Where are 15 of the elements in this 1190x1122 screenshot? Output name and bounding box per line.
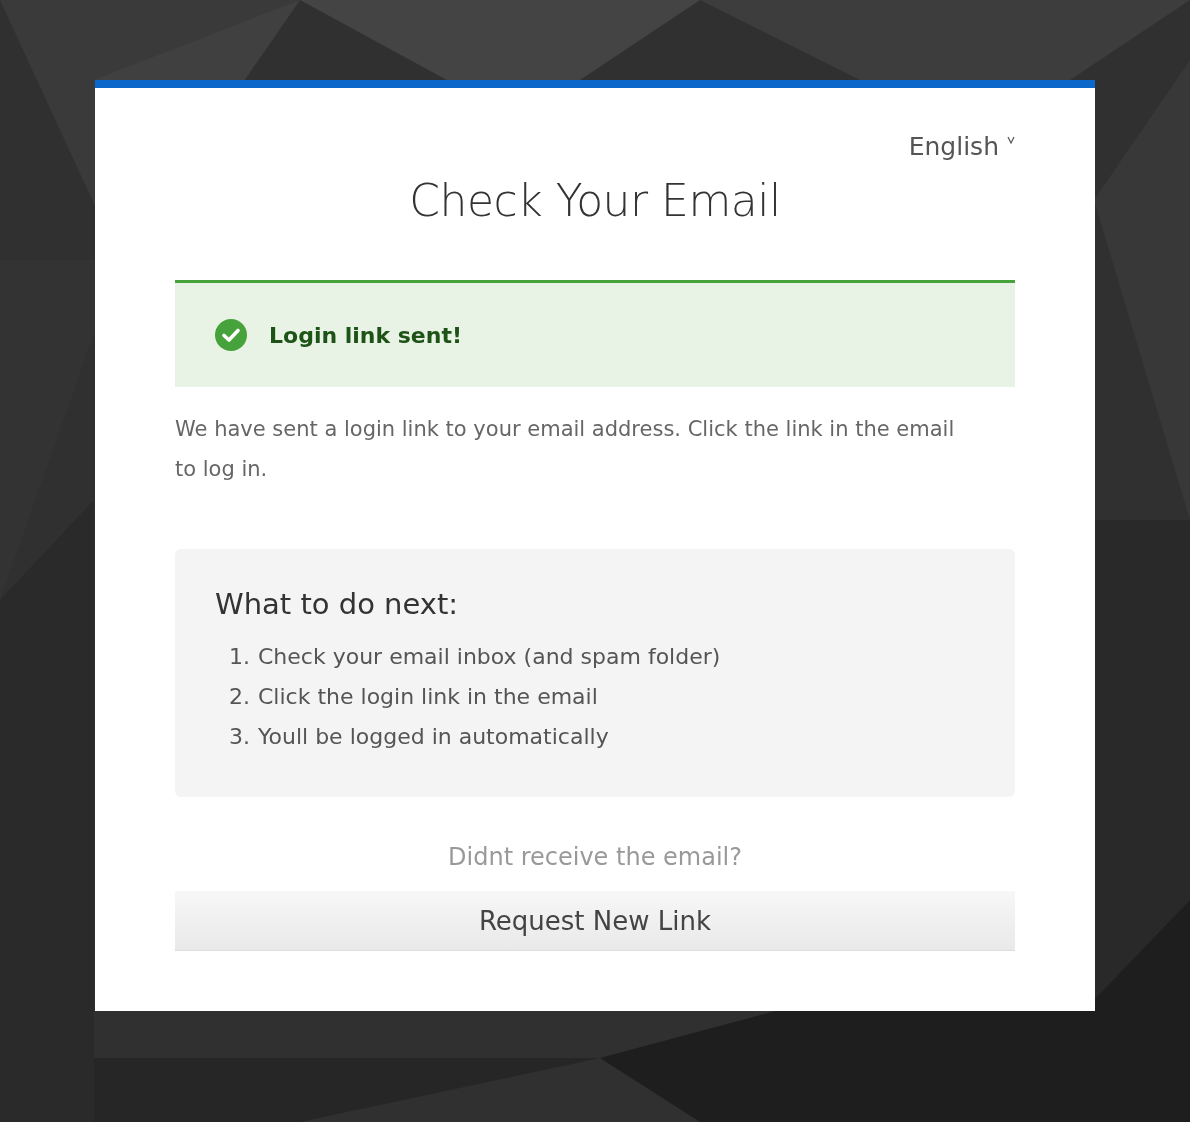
step-number: 2. [229,683,250,711]
language-selector[interactable]: English [908,132,1015,161]
resend-prompt: Didnt receive the email? [447,843,743,871]
page-title: Check Your Email [408,175,782,226]
request-link-button[interactable]: Request New Link [175,891,1015,951]
caret-icon [1007,136,1015,144]
step-text: Youll be logged in automatically [258,723,609,751]
next-steps-heading: What to do next: [215,587,460,621]
check-circle-icon [215,319,247,351]
step-text: Check your email inbox (and spam folder) [258,643,721,671]
step-number: 3. [229,723,250,751]
step-number: 1. [229,643,250,671]
step-text: Click the login link in the email [258,683,598,711]
alert-message: Login link sent! [269,322,462,348]
description-text: We have sent a login link to your email address. Click the link in the email to log in. [175,416,956,483]
